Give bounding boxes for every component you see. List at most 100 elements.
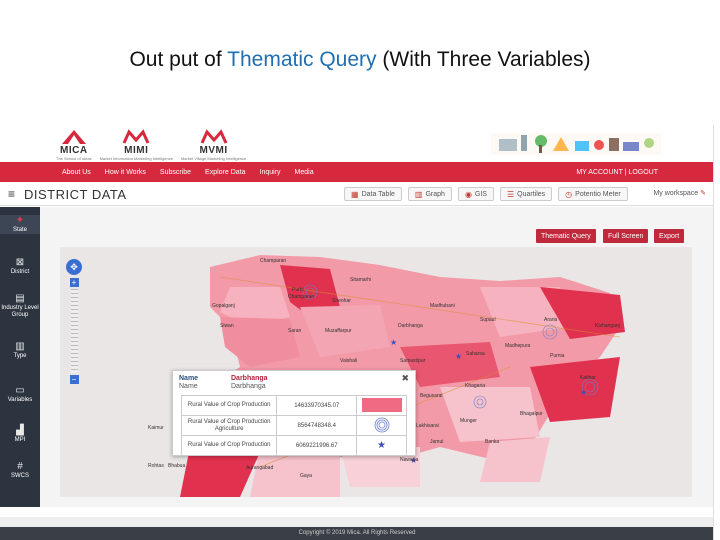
gis-button[interactable]: ◉ GIS — [457, 187, 494, 201]
nav-inquiry[interactable]: Inquiry — [252, 169, 281, 176]
map-pin-icon: ◉ — [464, 189, 472, 199]
popup-name-label-2: Name — [179, 383, 198, 390]
svg-text:Lakhisarai: Lakhisarai — [416, 423, 439, 429]
svg-text:Jamui: Jamui — [430, 439, 443, 445]
zoom-slider[interactable] — [70, 289, 78, 373]
main-nav: About Us How it Works Subscribe Explore … — [0, 162, 713, 182]
map-panel: Thematic Query Full Screen Export ★ ★ ★ … — [40, 207, 713, 507]
nav-about-us[interactable]: About Us — [54, 169, 91, 176]
mimi-logo[interactable]: MIMI Market Information Marketing Intell… — [100, 129, 173, 161]
mica-logo-icon — [61, 130, 86, 144]
quartiles-label: Quartiles — [517, 190, 546, 198]
svg-text:Bhagalpur: Bhagalpur — [520, 411, 543, 417]
mvmi-logo[interactable]: MVMI Market Village Marketing Intelligen… — [181, 129, 246, 161]
row-label: Rural Value of Crop Production — [180, 395, 278, 416]
mica-logo[interactable]: MICA The School of Ideas — [56, 129, 92, 161]
svg-text:Kaimur: Kaimur — [148, 425, 164, 431]
district-icon: ⊠ — [15, 257, 25, 268]
svg-text:Gopalganj: Gopalganj — [212, 303, 235, 309]
quartiles-button[interactable]: ☰ Quartiles — [499, 187, 553, 201]
mimi-logo-icon — [122, 129, 150, 144]
district-info-popup: Name Darbhanga Name Darbhanga ✖ Rural Va… — [172, 370, 416, 456]
table-icon: ▦ — [351, 189, 359, 199]
sidebar-item-industry-level-group[interactable]: ▤ Industry Level Group — [0, 293, 40, 319]
data-table-button[interactable]: ▦ Data Table — [344, 187, 402, 201]
svg-text:Samastipur: Samastipur — [400, 358, 426, 364]
mimi-logo-sub: Market Information Marketing Intelligenc… — [99, 156, 173, 161]
popup-name-value: Darbhanga — [231, 375, 268, 382]
sidebar-item-district[interactable]: ⊠ District — [0, 257, 40, 276]
gis-label: GIS — [474, 190, 487, 198]
map-region-darbhanga[interactable] — [390, 287, 490, 347]
svg-text:Purbi: Purbi — [292, 287, 304, 293]
view-toolbar: ▦ Data Table ▥ Graph ◉ GIS ☰ Quartiles ◷ Pote… — [344, 187, 628, 201]
export-button[interactable]: Export — [654, 229, 685, 243]
mvmi-logo-text: MVMI — [199, 145, 228, 156]
nav-how-it-works[interactable]: How it Works — [97, 169, 146, 176]
svg-text:Champaran: Champaran — [288, 294, 314, 300]
svg-text:Sheohar: Sheohar — [332, 298, 351, 304]
workspace-link[interactable]: My workspace ✎ — [653, 189, 706, 197]
close-icon[interactable]: ✖ — [401, 373, 409, 384]
graph-label: Graph — [425, 190, 445, 198]
hamburger-menu-icon[interactable]: ≡ — [8, 187, 15, 201]
rural-banner-illustration-icon — [491, 133, 661, 155]
title-prefix: Out put of — [129, 48, 228, 71]
popup-values-table: Rural Value of Crop Production 146339703… — [180, 395, 407, 456]
svg-text:Katihar: Katihar — [580, 375, 596, 381]
thematic-query-button[interactable]: Thematic Query — [536, 229, 596, 243]
zoom-out-icon[interactable]: − — [69, 375, 79, 384]
mica-logo-sub: The School of Ideas — [56, 156, 92, 161]
title-suffix: (With Three Variables) — [376, 48, 591, 71]
nav-subscribe[interactable]: Subscribe — [152, 169, 191, 176]
popup-name-label: Name — [179, 375, 199, 382]
row-value: 14633970345.07 — [276, 395, 358, 416]
zoom-in-icon[interactable]: + — [69, 278, 79, 287]
footer: Copyright © 2019 Mica. All Rights Reserv… — [0, 527, 713, 540]
table-row: Rural Value of Crop Production 606922199… — [180, 435, 407, 456]
data-table-label: Data Table — [361, 190, 395, 198]
svg-text:Muzaffarpur: Muzaffarpur — [325, 328, 352, 334]
svg-text:★: ★ — [455, 352, 462, 361]
graph-icon: ▥ — [414, 189, 423, 199]
mvmi-logo-icon — [200, 129, 227, 144]
sidebar-label: State — [12, 227, 27, 233]
zoom-control[interactable]: ✥ + − — [66, 259, 82, 389]
industry-icon: ▤ — [15, 293, 25, 304]
app-screenshot: MICA The School of Ideas MIMI Market Inf… — [0, 125, 714, 540]
svg-text:Banka: Banka — [485, 439, 499, 445]
row-label: Rural Value of Crop Production Agricultu… — [180, 415, 278, 436]
mvmi-logo-sub: Market Village Marketing Intelligence — [180, 156, 247, 161]
sidebar-item-state[interactable]: ✦ State — [0, 215, 40, 234]
svg-text:Munger: Munger — [460, 418, 477, 424]
full-screen-button[interactable]: Full Screen — [603, 229, 649, 243]
footer-spacer — [0, 517, 713, 527]
sidebar-item-mpi[interactable]: ▟ MPI — [0, 425, 40, 444]
svg-text:Vaishali: Vaishali — [340, 358, 357, 364]
nav-media[interactable]: Media — [287, 169, 314, 176]
sidebar-item-swcs[interactable]: # SWCS — [0, 461, 40, 480]
svg-text:Madhubani: Madhubani — [430, 303, 455, 309]
account-logout-link[interactable]: MY ACCOUNT | LOGOUT — [576, 169, 658, 176]
svg-text:★: ★ — [390, 338, 397, 347]
slide-title: Out put of Thematic Query (With Three Va… — [0, 48, 720, 72]
svg-text:Siwan: Siwan — [220, 323, 234, 329]
nav-explore-data[interactable]: Explore Data — [197, 169, 245, 176]
state-icon: ✦ — [15, 215, 25, 226]
pan-icon[interactable]: ✥ — [66, 259, 82, 275]
sidebar-label: Industry Level Group — [1, 305, 39, 318]
sidebar-item-variables[interactable]: ▭ Variables — [0, 385, 40, 404]
type-icon: ▥ — [15, 341, 25, 352]
sidebar-item-type[interactable]: ▥ Type — [0, 341, 40, 360]
concentric-circle-icon — [356, 415, 407, 436]
swcs-icon: # — [17, 461, 23, 472]
potentio-meter-button[interactable]: ◷ Potentio Meter — [558, 187, 628, 201]
fill-swatch-icon — [356, 395, 407, 416]
logo-row: MICA The School of Ideas MIMI Market Inf… — [56, 129, 246, 161]
sidebar-label: Type — [13, 353, 27, 359]
sidebar-label: MPI — [14, 437, 26, 443]
pencil-icon: ✎ — [700, 190, 706, 197]
graph-button[interactable]: ▥ Graph — [407, 187, 452, 201]
row-value: 8564748348.4 — [276, 415, 358, 436]
svg-text:Champaran: Champaran — [260, 258, 286, 264]
